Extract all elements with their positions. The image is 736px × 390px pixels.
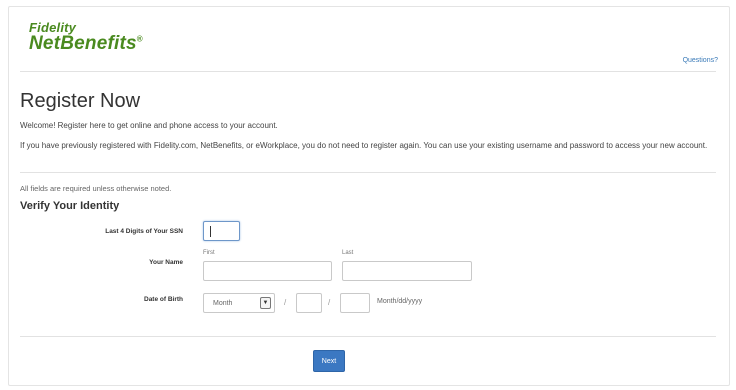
date-separator: / <box>328 298 331 307</box>
header-divider <box>20 71 716 72</box>
logo-line-2: NetBenefits® <box>29 33 143 54</box>
birth-day-input[interactable] <box>296 293 322 313</box>
footer-divider <box>20 336 716 337</box>
previous-registration-text: If you have previously registered with F… <box>20 141 708 150</box>
page-frame: Fidelity NetBenefits® <box>8 6 730 386</box>
date-separator: / <box>284 298 287 307</box>
page-title: Register Now <box>20 90 141 112</box>
text-caret <box>210 226 211 237</box>
first-name-sublabel: First <box>203 250 215 256</box>
fidelity-netbenefits-logo[interactable]: Fidelity NetBenefits® <box>29 21 143 53</box>
last-name-sublabel: Last <box>342 250 354 256</box>
verify-identity-heading: Verify Your Identity <box>20 200 120 212</box>
month-selected-value: Month <box>213 300 233 307</box>
birth-month-select[interactable]: Month ▼ <box>203 293 275 313</box>
ssn-label: Last 4 Digits of Your SSN <box>105 228 183 235</box>
next-button[interactable]: Next <box>313 350 345 372</box>
last-name-input[interactable] <box>342 261 472 281</box>
section-divider <box>20 172 716 173</box>
dob-label: Date of Birth <box>144 296 183 303</box>
questions-link[interactable]: Questions? <box>683 57 718 64</box>
first-name-input[interactable] <box>203 261 332 281</box>
chevron-down-icon[interactable]: ▼ <box>260 297 271 309</box>
required-fields-note: All fields are required unless otherwise… <box>20 184 172 193</box>
birth-year-input[interactable] <box>340 293 370 313</box>
dob-format-hint: Month/dd/yyyy <box>377 298 423 305</box>
your-name-label: Your Name <box>149 259 183 266</box>
ssn-input[interactable] <box>203 221 240 241</box>
welcome-text: Welcome! Register here to get online and… <box>20 121 278 130</box>
